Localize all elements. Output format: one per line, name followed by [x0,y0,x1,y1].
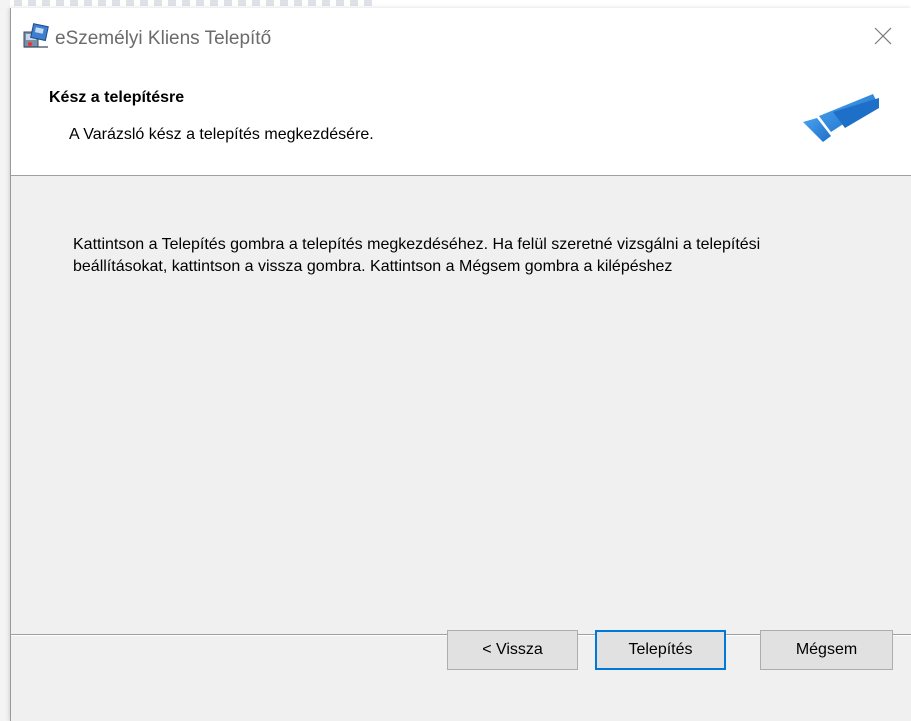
close-button[interactable] [855,8,911,64]
installer-package-icon [23,23,49,48]
installer-dialog: eSzemélyi Kliens Telepítő Kész a telepít… [10,8,911,721]
cancel-button[interactable]: Mégsem [760,630,893,670]
wizard-header: Kész a telepítésre A Varázsló kész a tel… [11,64,911,176]
page-subtitle: A Varázsló kész a telepítés megkezdésére… [69,126,374,143]
window-title: eSzemélyi Kliens Telepítő [55,28,272,49]
page-title: Kész a telepítésre [49,89,185,106]
install-button[interactable]: Telepítés [595,630,726,670]
instructions-text: Kattintson a Telepítés gombra a telepíté… [73,236,761,275]
back-button[interactable]: < Vissza [447,630,578,670]
title-bar[interactable]: eSzemélyi Kliens Telepítő [11,8,911,64]
close-icon [874,27,892,45]
background-window-edge [0,0,10,721]
background-window-titlebar [14,0,374,6]
brand-logo-icon [803,94,879,142]
